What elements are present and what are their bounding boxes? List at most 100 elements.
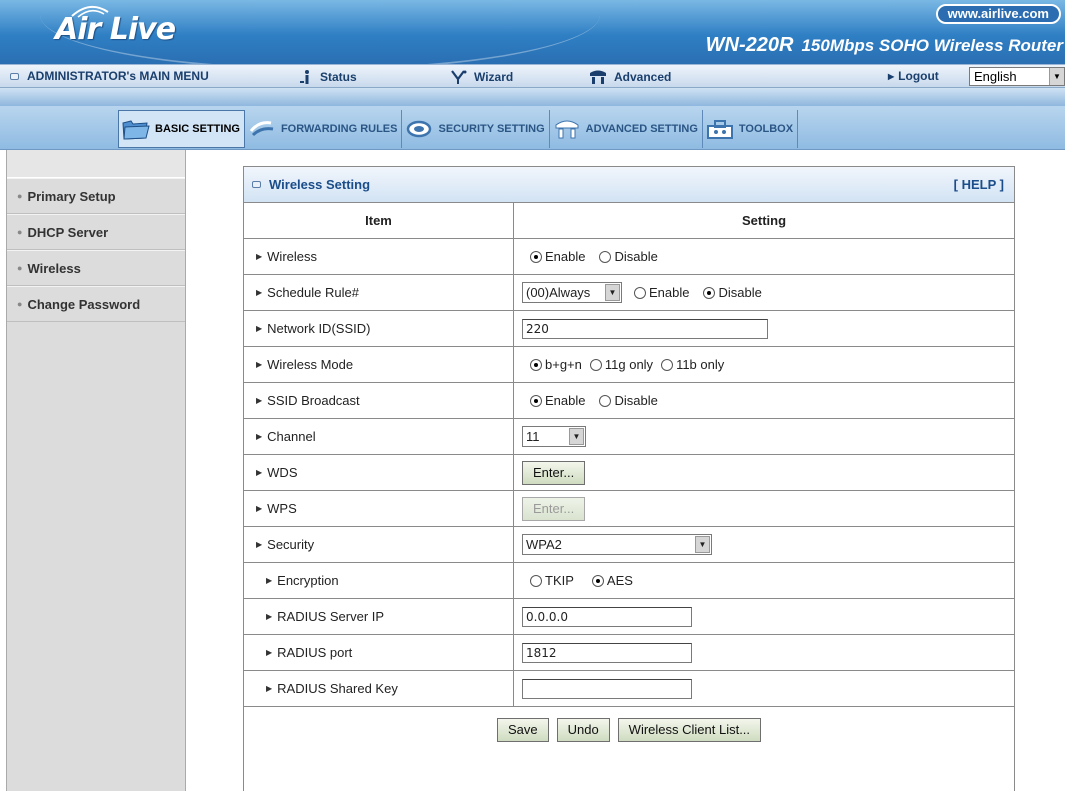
radius-port-input[interactable]: 1812: [522, 642, 692, 663]
row-label: ▶ Wireless: [244, 239, 514, 274]
radio-checked: [530, 250, 542, 263]
row-schedule-rule: ▶ Schedule Rule# (00)Always ▼ Enable Disab…: [244, 275, 1014, 311]
row-label-text: Channel: [267, 429, 316, 444]
radio-unchecked: [589, 358, 602, 371]
sidebar: ● Primary Setup ● DHCP Server ● Wireless…: [6, 150, 186, 791]
radius-shared-key-input[interactable]: [522, 678, 692, 699]
wireless-client-list-button[interactable]: Wireless Client List...: [617, 718, 762, 742]
column-header-setting: Setting: [741, 213, 787, 228]
row-label-text: RADIUS Server IP: [277, 609, 385, 624]
row-encryption: ▶ Encryption TKIP AES: [244, 563, 1014, 599]
dropdown-arrow-icon: ▼: [695, 536, 710, 553]
triangle-right-icon: ▶: [888, 71, 895, 81]
tab-advanced-setting[interactable]: ADVANCED SETTING: [550, 110, 703, 148]
row-label: ▶ Schedule Rule#: [244, 275, 514, 310]
encryption-aes-radio[interactable]: AES: [591, 573, 633, 588]
mode-bgn-radio[interactable]: b+g+n: [530, 357, 582, 372]
triangle-right-icon: ▶: [256, 288, 263, 297]
panel-title: Wireless Setting: [252, 177, 370, 192]
advanced-menu-link[interactable]: Advanced: [588, 69, 671, 85]
save-button[interactable]: Save: [496, 718, 549, 742]
tab-label: TOOLBOX: [738, 123, 794, 135]
bullet-icon: ●: [17, 263, 23, 273]
row-wireless-mode: ▶ Wireless Mode b+g+n 11g only 11b only: [244, 347, 1014, 383]
triangle-right-icon: ▶: [266, 612, 273, 621]
row-wps: ▶ WPS Enter...: [244, 491, 1014, 527]
triangle-right-icon: ▶: [266, 576, 273, 585]
tab-security-setting[interactable]: SECURITY SETTING: [402, 110, 550, 148]
radio-label: Disable: [614, 249, 658, 264]
security-icon: [407, 120, 432, 138]
row-setting: (00)Always ▼ Enable Disable: [514, 275, 1014, 310]
row-label: ▶ Wireless Mode: [244, 347, 514, 382]
arrows-icon: [249, 121, 274, 137]
wireless-disable-radio[interactable]: Disable: [599, 249, 658, 264]
wps-enter-button[interactable]: Enter...: [522, 496, 586, 521]
row-label: ▶ Encryption: [244, 563, 514, 598]
radio-checked: [591, 574, 604, 587]
row-label: ▶ RADIUS port: [244, 635, 514, 670]
radio-unchecked: [599, 394, 612, 407]
undo-button[interactable]: Undo: [556, 718, 610, 742]
gear-icon: [555, 120, 579, 139]
schedule-rule-select[interactable]: (00)Always ▼: [522, 282, 622, 303]
sidebar-item-change-password[interactable]: ● Change Password: [7, 286, 185, 322]
radius-server-ip-input[interactable]: 0.0.0.0: [522, 606, 692, 627]
settings-toolbar: BASIC SETTING FORWARDING RULES SECURITY …: [0, 106, 1065, 150]
logout-link[interactable]: ▶ Logout: [888, 69, 939, 83]
square-bullet-icon: [252, 181, 261, 188]
wireless-enable-radio[interactable]: Enable: [530, 249, 585, 264]
triangle-right-icon: ▶: [256, 252, 263, 261]
mode-11b-radio[interactable]: 11b only: [661, 357, 724, 372]
status-menu-link[interactable]: Status: [298, 69, 357, 85]
tab-basic-setting[interactable]: BASIC SETTING: [118, 110, 245, 148]
table-header-row: Item Setting: [244, 203, 1014, 239]
model-name: WN-220R: [705, 34, 794, 56]
language-select[interactable]: English ▼: [969, 67, 1065, 86]
tab-label: SECURITY SETTING: [438, 123, 545, 135]
status-menu-label: Status: [320, 70, 357, 84]
broadcast-enable-radio[interactable]: Enable: [530, 393, 585, 408]
radio-label: AES: [606, 573, 633, 588]
row-label-text: Security: [267, 537, 315, 552]
bullet-icon: ●: [17, 191, 23, 201]
logout-label: Logout: [898, 69, 939, 83]
schedule-disable-radio[interactable]: Disable: [703, 285, 762, 300]
tab-toolbox[interactable]: TOOLBOX: [703, 110, 799, 148]
row-radius-server-ip: ▶ RADIUS Server IP 0.0.0.0: [244, 599, 1014, 635]
website-link[interactable]: www.airlive.com: [935, 4, 1061, 24]
row-ssid-broadcast: ▶ SSID Broadcast Enable Disable: [244, 383, 1014, 419]
panel-title-text: Wireless Setting: [269, 177, 371, 192]
tab-label: ADVANCED SETTING: [585, 123, 698, 135]
row-setting: Enable Disable: [514, 383, 1014, 418]
radio-label: Disable: [718, 285, 762, 300]
wizard-menu-link[interactable]: Wizard: [450, 69, 513, 85]
folder-icon: [122, 120, 150, 140]
sidebar-top-spacer: [7, 150, 185, 178]
mode-11g-radio[interactable]: 11g only: [589, 357, 653, 372]
triangle-right-icon: ▶: [256, 432, 263, 441]
schedule-enable-radio[interactable]: Enable: [634, 285, 689, 300]
airlive-logo: Air Live: [55, 12, 176, 47]
radio-label: Enable: [545, 393, 586, 408]
advanced-menu-label: Advanced: [614, 70, 672, 84]
sidebar-item-dhcp-server[interactable]: ● DHCP Server: [7, 214, 185, 250]
ssid-input[interactable]: 220: [522, 318, 768, 339]
row-label-text: WPS: [267, 501, 297, 516]
broadcast-disable-radio[interactable]: Disable: [599, 393, 658, 408]
main-menu-link[interactable]: ADMINISTRATOR's MAIN MENU: [10, 69, 209, 83]
help-link[interactable]: [ HELP ]: [954, 177, 1004, 192]
dropdown-arrow-icon: ▼: [605, 284, 620, 301]
wds-enter-button[interactable]: Enter...: [522, 460, 586, 485]
sidebar-item-primary-setup[interactable]: ● Primary Setup: [7, 178, 185, 214]
radio-label: Disable: [614, 393, 658, 408]
row-wds: ▶ WDS Enter...: [244, 455, 1014, 491]
security-select[interactable]: WPA2 ▼: [522, 534, 712, 555]
encryption-tkip-radio[interactable]: TKIP: [530, 573, 574, 588]
triangle-right-icon: ▶: [256, 504, 263, 513]
sidebar-item-label: DHCP Server: [27, 224, 109, 240]
row-setting: 0.0.0.0: [514, 599, 1014, 634]
channel-select[interactable]: 11 ▼: [522, 426, 586, 447]
tab-forwarding-rules[interactable]: FORWARDING RULES: [245, 110, 403, 148]
sidebar-item-wireless[interactable]: ● Wireless: [7, 250, 185, 286]
